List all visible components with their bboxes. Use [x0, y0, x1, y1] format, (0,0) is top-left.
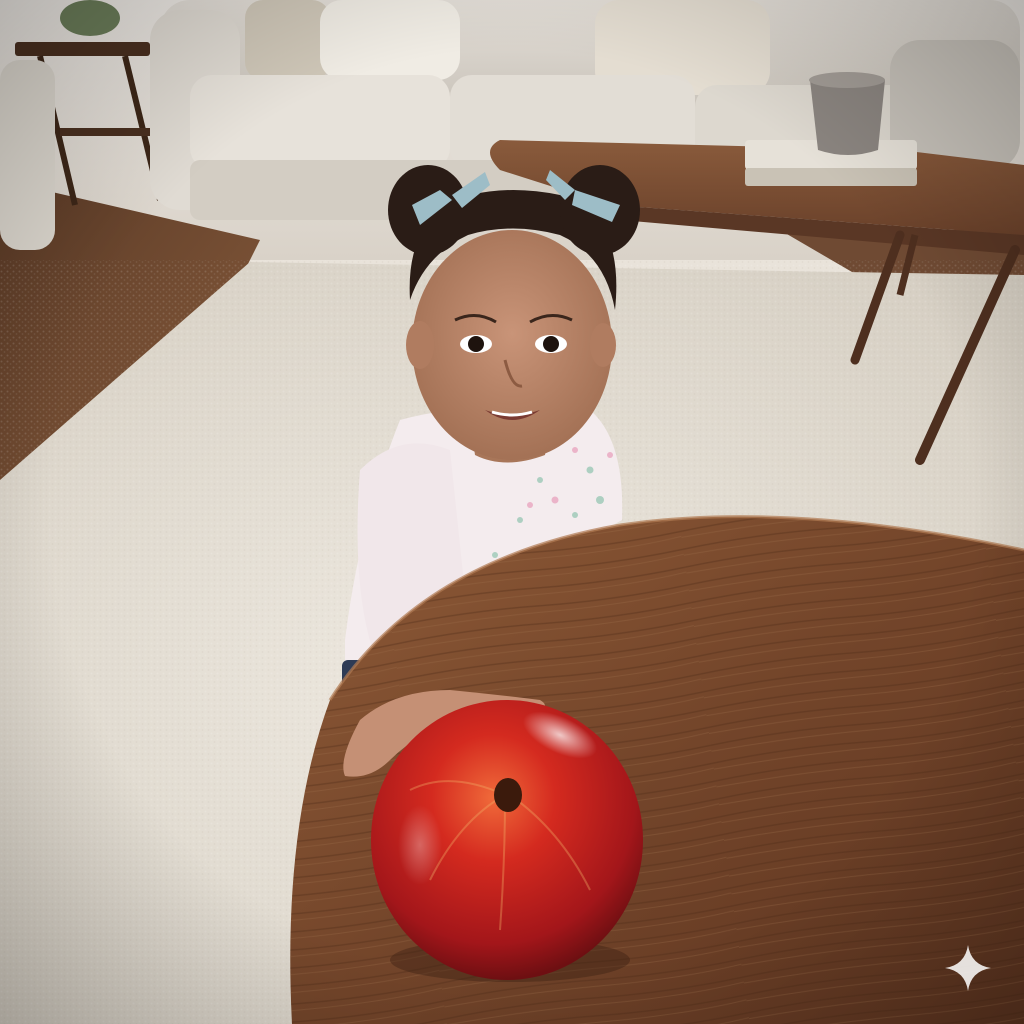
photo-scene — [0, 0, 1024, 1024]
sparkle-icon — [945, 945, 991, 991]
